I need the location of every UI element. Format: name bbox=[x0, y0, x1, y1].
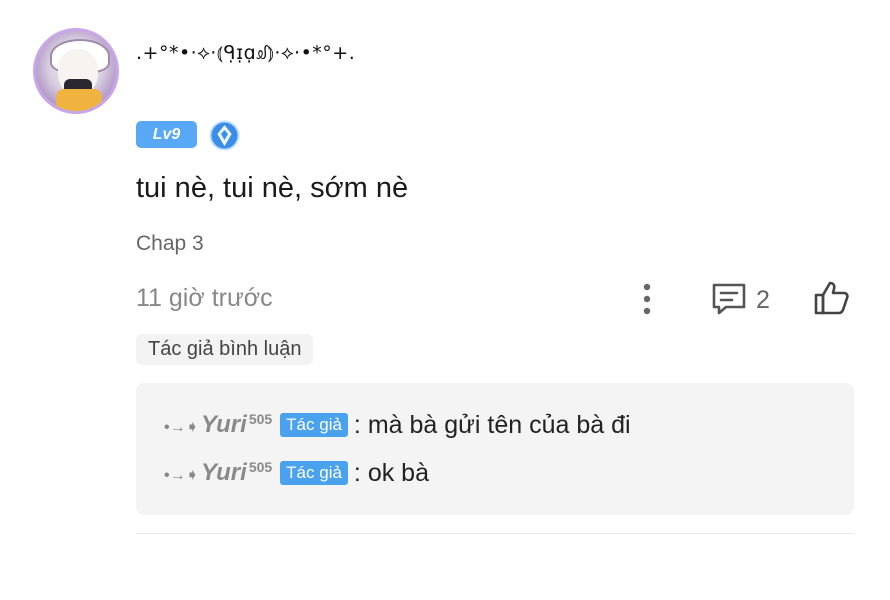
reply-author-text: Yuri bbox=[201, 411, 247, 438]
avatar-scarf bbox=[56, 89, 102, 111]
like-thumb-icon[interactable] bbox=[812, 279, 850, 317]
reply-author-name[interactable]: •→➧ Yuri 505 bbox=[164, 459, 272, 487]
name-decoration: •→➧ bbox=[164, 467, 200, 484]
name-decoration: •→➧ bbox=[164, 419, 200, 436]
reply-author-text: Yuri bbox=[201, 459, 247, 486]
author-badge: Tác giả bbox=[280, 461, 348, 485]
chapter-label[interactable]: Chap 3 bbox=[136, 232, 204, 256]
user-avatar[interactable] bbox=[33, 28, 119, 114]
name-superscript: 505 bbox=[248, 411, 273, 427]
level-badge: Lv9 bbox=[136, 121, 197, 148]
reply-comment-icon[interactable] bbox=[710, 281, 748, 317]
reply-author-name[interactable]: •→➧ Yuri 505 bbox=[164, 411, 272, 439]
reply-text: : ok bà bbox=[353, 458, 429, 487]
comment-username[interactable]: .+°*•·⟡·⦅ᑫ̣ɪ̣ɑ̣ᦾ⦆·⟡·•*°+. bbox=[136, 42, 355, 65]
diamond-rank-icon bbox=[209, 120, 240, 151]
author-commented-tag: Tác giả bình luận bbox=[136, 334, 314, 365]
divider bbox=[136, 533, 854, 534]
reply-item[interactable]: •→➧ Yuri 505 Tác giả : mà bà gửi tên của… bbox=[164, 408, 631, 442]
comment-text: tui nè, tui nè, sớm nè bbox=[136, 172, 409, 204]
reply-item[interactable]: •→➧ Yuri 505 Tác giả : ok bà bbox=[164, 456, 429, 490]
reply-text: : mà bà gửi tên của bà đi bbox=[353, 410, 631, 439]
more-options-icon[interactable] bbox=[638, 282, 656, 316]
comment-timestamp: 11 giờ trước bbox=[136, 284, 273, 312]
name-superscript: 505 bbox=[248, 459, 273, 475]
author-badge: Tác giả bbox=[280, 413, 348, 437]
replies-box[interactable]: •→➧ Yuri 505 Tác giả : mà bà gửi tên của… bbox=[136, 383, 854, 515]
reply-count: 2 bbox=[756, 286, 770, 314]
